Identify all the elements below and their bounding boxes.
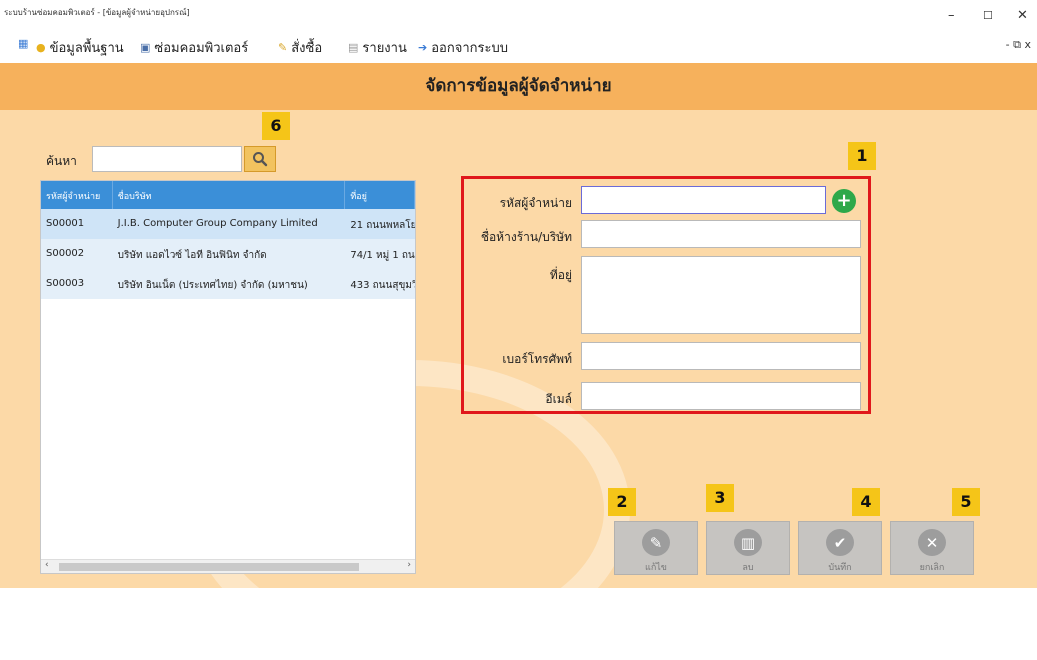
menu-bar: ▦ ● ข้อมูลพื้นฐาน ▣ ซ่อมคอมพิวเตอร์ ✎ สั… <box>0 32 1037 58</box>
logout-icon: ➔ <box>418 41 428 54</box>
table-cell: 21 ถนนพหลโยธิน <box>350 220 415 231</box>
table-cell: 74/1 หมู่ 1 ถนน <box>350 250 415 261</box>
delete-button[interactable]: ▥ ลบ <box>706 521 790 575</box>
supplier-table[interactable]: รหัสผู้จำหน่าย ชื่อบริษัท ที่อยู่ S00001… <box>40 180 416 574</box>
menu-label: รายงาน <box>362 41 407 56</box>
close-button[interactable]: ✕ <box>1017 8 1028 23</box>
phone-label: เบอร์โทรศัพท์ <box>502 352 572 366</box>
add-supplier-button[interactable]: + <box>832 189 856 213</box>
scroll-left-icon[interactable]: ‹ <box>45 560 49 570</box>
email-label: อีเมล์ <box>545 392 572 406</box>
menu-label: ออกจากระบบ <box>431 41 508 56</box>
callout-badge-3: 3 <box>706 484 734 512</box>
supplier-id-input[interactable] <box>581 186 826 214</box>
app-menu-icon[interactable]: ▦ <box>18 37 32 50</box>
callout-badge-1: 1 <box>848 142 876 170</box>
company-name-input[interactable] <box>581 220 861 248</box>
callout-badge-5: 5 <box>952 488 980 516</box>
menu-order[interactable]: ✎ สั่งซื้อ <box>278 37 322 58</box>
menu-basic-data[interactable]: ● ข้อมูลพื้นฐาน <box>36 37 124 58</box>
menu-logout[interactable]: ➔ ออกจากระบบ <box>418 37 508 58</box>
callout-badge-2: 2 <box>608 488 636 516</box>
table-row[interactable]: S00001 J.I.B. Computer Group Company Lim… <box>41 209 415 239</box>
menu-label: สั่งซื้อ <box>291 41 323 56</box>
phone-input[interactable] <box>581 342 861 370</box>
page-title: จัดการข้อมูลผู้จัดจำหน่าย <box>0 63 1037 110</box>
company-name-label: ชื่อห้างร้าน/บริษัท <box>480 230 572 244</box>
table-cell: บริษัท อินเน็ต (ประเทศไทย) จำกัด (มหาชน) <box>117 280 308 291</box>
order-icon: ✎ <box>278 41 288 54</box>
save-button[interactable]: ✔ บันทึก <box>798 521 882 575</box>
maximize-button[interactable]: ☐ <box>983 9 993 22</box>
table-cell: S00001 <box>46 218 85 229</box>
table-row[interactable]: S00003 บริษัท อินเน็ต (ประเทศไทย) จำกัด … <box>41 269 415 299</box>
menu-label: ซ่อมคอมพิวเตอร์ <box>154 41 249 56</box>
folder-icon: ● <box>36 41 46 54</box>
callout-badge-4: 4 <box>852 488 880 516</box>
menu-repair[interactable]: ▣ ซ่อมคอมพิวเตอร์ <box>140 37 248 58</box>
window-title: ระบบร้านซ่อมคอมพิวเตอร์ - [ข้อมูลผู้จำหน… <box>4 8 190 17</box>
supplier-id-label: รหัสผู้จำหน่าย <box>499 196 572 210</box>
table-header: รหัสผู้จำหน่าย ชื่อบริษัท ที่อยู่ <box>41 181 415 209</box>
menu-report[interactable]: ▤ รายงาน <box>348 37 407 58</box>
table-cell: S00003 <box>46 278 85 289</box>
address-label: ที่อยู่ <box>549 268 572 282</box>
pencil-icon: ✎ <box>642 529 670 556</box>
menu-label: ข้อมูลพื้นฐาน <box>49 41 124 56</box>
button-label: แก้ไข <box>645 563 667 573</box>
table-cell: 433 ถนนสุขุมวิท <box>350 280 415 291</box>
search-label: ค้นหา <box>46 154 77 168</box>
column-header[interactable]: ชื่อบริษัท <box>113 181 346 209</box>
computer-icon: ▣ <box>140 41 151 54</box>
minimize-button[interactable]: – <box>948 8 955 23</box>
check-icon: ✔ <box>826 529 854 556</box>
edit-button[interactable]: ✎ แก้ไข <box>614 521 698 575</box>
mdi-window-controls[interactable]: - ⧉ x <box>1006 38 1031 52</box>
search-input[interactable] <box>92 146 242 172</box>
trash-icon: ▥ <box>734 529 762 556</box>
button-label: บันทึก <box>828 563 852 573</box>
button-label: ลบ <box>742 563 754 573</box>
title-bar: ระบบร้านซ่อมคอมพิวเตอร์ - [ข้อมูลผู้จำหน… <box>0 0 1037 32</box>
callout-badge-6: 6 <box>262 112 290 140</box>
table-cell: S00002 <box>46 248 85 259</box>
button-label: ยกเลิก <box>919 563 945 573</box>
email-input[interactable] <box>581 382 861 410</box>
table-cell: บริษัท แอดไวซ์ ไอที อินฟินิท จำกัด <box>117 250 267 261</box>
scroll-right-icon[interactable]: › <box>407 560 411 570</box>
column-header[interactable]: รหัสผู้จำหน่าย <box>41 181 113 209</box>
table-row[interactable]: S00002 บริษัท แอดไวซ์ ไอที อินฟินิท จำกั… <box>41 239 415 269</box>
horizontal-scrollbar[interactable]: ‹ › <box>41 559 415 573</box>
search-button[interactable] <box>244 146 276 172</box>
cancel-button[interactable]: ✕ ยกเลิก <box>890 521 974 575</box>
magnifier-icon <box>253 152 268 167</box>
cancel-x-icon: ✕ <box>918 529 946 556</box>
report-icon: ▤ <box>348 41 359 54</box>
column-header[interactable]: ที่อยู่ <box>345 181 415 209</box>
address-input[interactable] <box>581 256 861 334</box>
table-cell: J.I.B. Computer Group Company Limited <box>117 218 318 229</box>
scrollbar-thumb[interactable] <box>59 563 359 571</box>
